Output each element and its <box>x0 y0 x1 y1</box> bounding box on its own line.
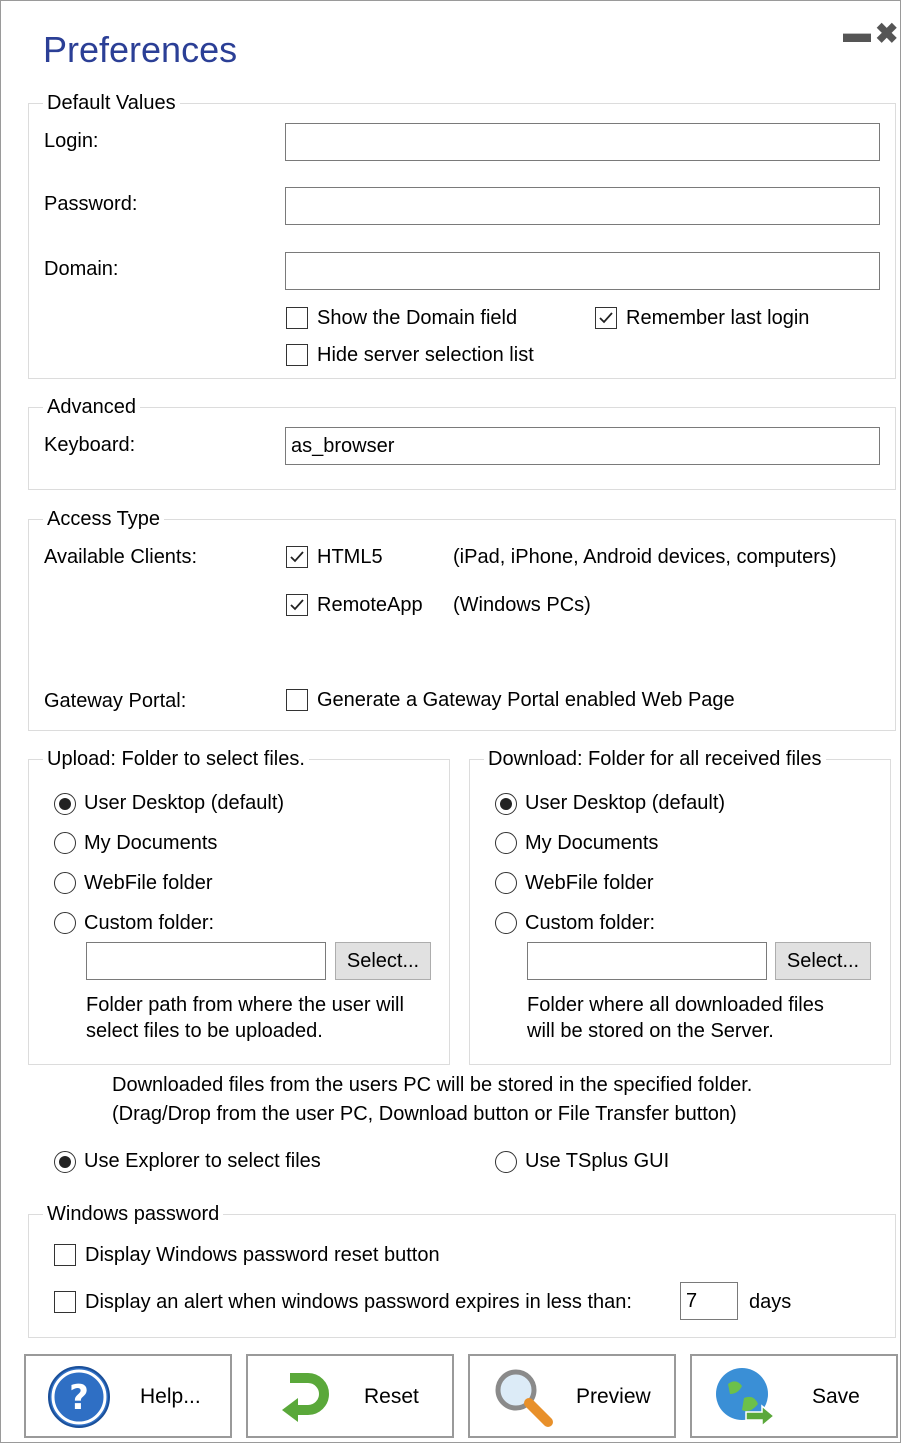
reset-button-label: Reset <box>364 1385 419 1408</box>
upload-option-custom-label: Custom folder: <box>84 912 215 934</box>
download-option-my-documents-label: My Documents <box>525 832 659 854</box>
transfer-note-line2: (Drag/Drop from the user PC, Download bu… <box>112 1103 737 1125</box>
gateway-portal-option-label: Generate a Gateway Portal enabled Web Pa… <box>317 689 735 711</box>
use-tsplus-gui-label: Use TSplus GUI <box>525 1150 670 1172</box>
use-tsplus-gui-radio[interactable] <box>495 1151 517 1173</box>
hide-server-list-checkbox[interactable] <box>286 344 308 366</box>
password-label: Password: <box>44 193 138 215</box>
upload-option-user-desktop-label: User Desktop (default) <box>84 792 285 814</box>
upload-option-webfile-radio[interactable] <box>54 872 76 894</box>
radio-selected-dot <box>59 798 71 810</box>
svg-text:?: ? <box>69 1378 89 1418</box>
upload-option-my-documents-label: My Documents <box>84 832 218 854</box>
windows-password-group: Windows password <box>28 1201 896 1338</box>
days-label: days <box>749 1291 792 1313</box>
remoteapp-checkbox[interactable] <box>286 594 308 616</box>
radio-selected-dot <box>500 798 512 810</box>
download-option-webfile-label: WebFile folder <box>525 872 654 894</box>
reset-button-option-checkbox[interactable] <box>54 1244 76 1266</box>
download-note-line2: will be stored on the Server. <box>527 1020 774 1042</box>
transfer-note-line1: Downloaded files from the users PC will … <box>112 1074 753 1096</box>
help-icon: ? <box>48 1366 110 1428</box>
remember-login-label: Remember last login <box>626 307 810 329</box>
minimize-icon[interactable]: ▬ <box>843 17 871 49</box>
keyboard-field[interactable]: as_browser <box>285 427 880 465</box>
use-explorer-label: Use Explorer to select files <box>84 1150 321 1172</box>
gateway-portal-label: Gateway Portal: <box>44 690 187 712</box>
save-button-label: Save <box>812 1385 860 1408</box>
remoteapp-label: RemoteApp <box>317 594 423 616</box>
download-option-my-documents-radio[interactable] <box>495 832 517 854</box>
help-button-label: Help... <box>140 1385 201 1408</box>
gateway-portal-checkbox[interactable] <box>286 689 308 711</box>
globe-save-icon <box>716 1368 776 1428</box>
download-legend: Download: Folder for all received files <box>484 746 826 772</box>
hide-server-list-label: Hide server selection list <box>317 344 534 366</box>
checkmark-icon <box>290 599 304 611</box>
domain-field[interactable] <box>285 252 880 290</box>
reset-button-option-label: Display Windows password reset button <box>85 1244 440 1266</box>
login-label: Login: <box>44 130 99 152</box>
upload-note-line1: Folder path from where the user will <box>86 994 404 1016</box>
download-note-line1: Folder where all downloaded files <box>527 994 824 1016</box>
preview-button-label: Preview <box>576 1385 651 1408</box>
download-folder-field[interactable] <box>527 942 767 980</box>
download-option-user-desktop-radio[interactable] <box>495 793 517 815</box>
login-field[interactable] <box>285 123 880 161</box>
access-type-legend: Access Type <box>43 506 165 532</box>
html5-label: HTML5 <box>317 546 383 568</box>
magnifier-icon <box>495 1369 553 1427</box>
window-title: Preferences <box>43 29 238 70</box>
domain-label: Domain: <box>44 258 119 280</box>
download-option-custom-label: Custom folder: <box>525 912 656 934</box>
html5-checkbox[interactable] <box>286 546 308 568</box>
help-button[interactable]: ? Help... <box>24 1354 232 1438</box>
save-button[interactable]: Save <box>690 1354 898 1438</box>
html5-description: (iPad, iPhone, Android devices, computer… <box>453 546 837 568</box>
checkmark-icon <box>290 551 304 563</box>
download-select-button[interactable]: Select... <box>775 942 871 980</box>
use-explorer-radio[interactable] <box>54 1151 76 1173</box>
upload-option-custom-radio[interactable] <box>54 912 76 934</box>
upload-select-button[interactable]: Select... <box>335 942 431 980</box>
available-clients-label: Available Clients: <box>44 546 198 568</box>
download-option-custom-radio[interactable] <box>495 912 517 934</box>
password-field[interactable] <box>285 187 880 225</box>
password-alert-days-field[interactable]: 7 <box>680 1282 738 1320</box>
upload-note-line2: select files to be uploaded. <box>86 1020 323 1042</box>
download-option-webfile-radio[interactable] <box>495 872 517 894</box>
upload-option-my-documents-radio[interactable] <box>54 832 76 854</box>
preview-button[interactable]: Preview <box>468 1354 676 1438</box>
download-option-user-desktop-label: User Desktop (default) <box>525 792 726 814</box>
checkmark-icon <box>599 312 613 324</box>
password-alert-label: Display an alert when windows password e… <box>85 1291 632 1313</box>
reset-button[interactable]: Reset <box>246 1354 454 1438</box>
remoteapp-description: (Windows PCs) <box>453 594 591 616</box>
remember-login-checkbox[interactable] <box>595 307 617 329</box>
advanced-legend: Advanced <box>43 394 140 420</box>
show-domain-checkbox[interactable] <box>286 307 308 329</box>
upload-option-webfile-label: WebFile folder <box>84 872 213 894</box>
upload-folder-field[interactable] <box>86 942 326 980</box>
keyboard-label: Keyboard: <box>44 434 136 456</box>
upload-legend: Upload: Folder to select files. <box>43 746 309 772</box>
windows-password-legend: Windows password <box>43 1201 224 1227</box>
show-domain-label: Show the Domain field <box>317 307 518 329</box>
preferences-window: Preferences ▬ ✖ Default Values Login: Pa… <box>0 0 901 1443</box>
reset-icon <box>282 1373 329 1422</box>
close-icon[interactable]: ✖ <box>875 17 898 50</box>
radio-selected-dot <box>59 1156 71 1168</box>
default-values-legend: Default Values <box>43 90 180 116</box>
upload-option-user-desktop-radio[interactable] <box>54 793 76 815</box>
password-alert-checkbox[interactable] <box>54 1291 76 1313</box>
